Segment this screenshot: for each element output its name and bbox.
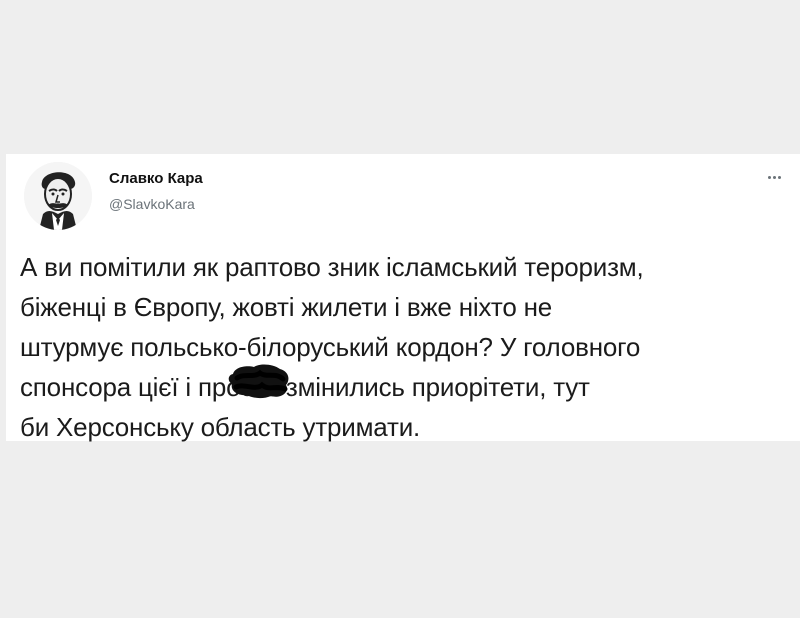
tweet-text: А ви помітили як раптово зник ісламський… xyxy=(20,252,644,442)
more-horizontal-icon[interactable] xyxy=(762,168,786,186)
more-dot xyxy=(767,175,771,179)
author-name[interactable]: Славко Кара xyxy=(109,170,203,187)
tweet-card: Славко Кара @SlavkoKara А ви помітили як… xyxy=(6,154,800,442)
more-dot xyxy=(772,175,776,179)
portrait-avatar-icon[interactable] xyxy=(24,162,92,230)
author-handle[interactable]: @SlavkoKara xyxy=(109,196,195,212)
more-dot xyxy=(777,175,781,179)
